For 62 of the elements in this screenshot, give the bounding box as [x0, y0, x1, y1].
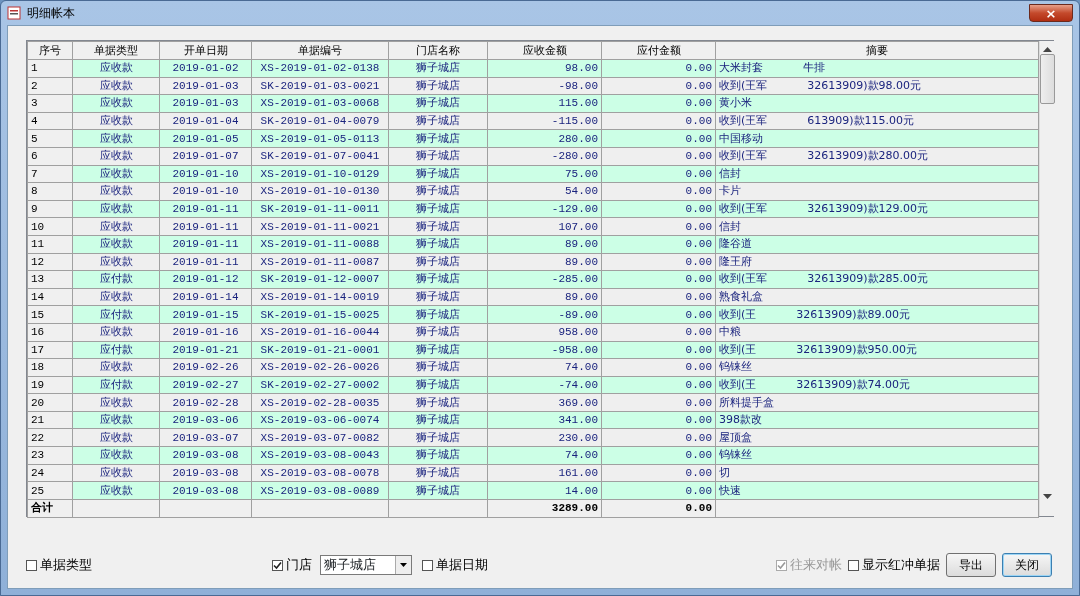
summary-text: 大米封套	[719, 61, 763, 75]
summary-text: 收到(王军	[719, 149, 768, 163]
summary-text: 信封	[719, 219, 741, 233]
checkbox[interactable]	[422, 559, 433, 571]
summary-text: 熟食礼盒	[719, 290, 763, 303]
summary-text: 钨铼丝	[719, 448, 752, 462]
summary-text: 信封	[719, 166, 741, 180]
summary-text: 32613909)款129.00元	[807, 202, 929, 216]
column-header[interactable]: 应付金额	[601, 41, 716, 60]
column-header[interactable]: 单据编号	[251, 41, 389, 60]
summary-text: 屋顶盒	[719, 430, 752, 444]
checkbox[interactable]	[272, 559, 283, 571]
summary-text: 牛排	[803, 61, 825, 75]
scrollbar[interactable]	[1039, 41, 1055, 516]
checkbox-label: 显示红冲单据	[862, 556, 940, 575]
summary-text: 切	[719, 465, 730, 479]
summary-text: 收到(王军	[719, 78, 768, 92]
summary-text: 隆谷道	[719, 237, 752, 251]
summary-text: 398款改	[719, 413, 762, 427]
summary-text: 32613909)款280.00元	[807, 149, 929, 163]
summary-text: 613909)款115.00元	[807, 114, 915, 128]
column-header[interactable]: 门店名称	[388, 41, 488, 60]
checkbox[interactable]	[848, 559, 859, 571]
summary-text: 隆王府	[719, 254, 752, 268]
close-button[interactable]: ×	[1029, 4, 1073, 22]
checkbox-label: 单据类型	[40, 556, 92, 575]
summary-text: 快速	[719, 483, 741, 497]
summary-text: 32613909)款89.00元	[796, 307, 911, 321]
scroll-thumb[interactable]	[1040, 54, 1055, 104]
column-header[interactable]: 摘要	[715, 41, 1039, 60]
column-header[interactable]: 应收金额	[487, 41, 602, 60]
column-header[interactable]: 开单日期	[159, 41, 252, 60]
summary-text: 中粮	[719, 325, 741, 339]
column-header[interactable]: 序号	[27, 41, 73, 60]
dropdown-value: 狮子城店	[324, 556, 376, 575]
window-title: 明细帐本	[27, 5, 75, 22]
summary-text: 收到(王军	[719, 202, 768, 216]
summary-text: 所料提手盒	[719, 395, 774, 409]
store-dropdown[interactable]: 狮子城店	[320, 555, 412, 575]
checkbox[interactable]	[26, 559, 37, 571]
action-button[interactable]: 导出	[946, 553, 996, 577]
summary-text: 32613909)款285.00元	[807, 272, 929, 286]
summary-text: 卡片	[719, 184, 741, 198]
summary-text: 收到(王	[719, 342, 757, 356]
summary-text: 钨铼丝	[719, 360, 752, 374]
summary-text: 32613909)款74.00元	[796, 378, 911, 391]
checkbox-label: 门店	[286, 556, 312, 575]
summary-text: 32613909)款98.00元	[807, 78, 922, 92]
summary-text: 收到(王	[719, 307, 757, 321]
scroll-down-icon[interactable]	[1043, 494, 1052, 500]
summary-text: 32613909)款950.00元	[796, 342, 918, 356]
summary-text: 收到(王军	[719, 272, 768, 286]
checkbox-label: 单据日期	[436, 556, 488, 575]
checkbox-label: 往来对帐	[790, 556, 842, 575]
summary-text: 中国移动	[719, 131, 763, 145]
app-icon	[7, 6, 21, 20]
column-header[interactable]: 单据类型	[72, 41, 160, 60]
summary-text: 收到(王	[719, 378, 757, 391]
summary-text: 黄小米	[719, 96, 752, 110]
action-button[interactable]: 关闭	[1002, 553, 1052, 577]
scroll-up-icon[interactable]	[1043, 46, 1052, 52]
summary-text: 收到(王军	[719, 114, 768, 128]
